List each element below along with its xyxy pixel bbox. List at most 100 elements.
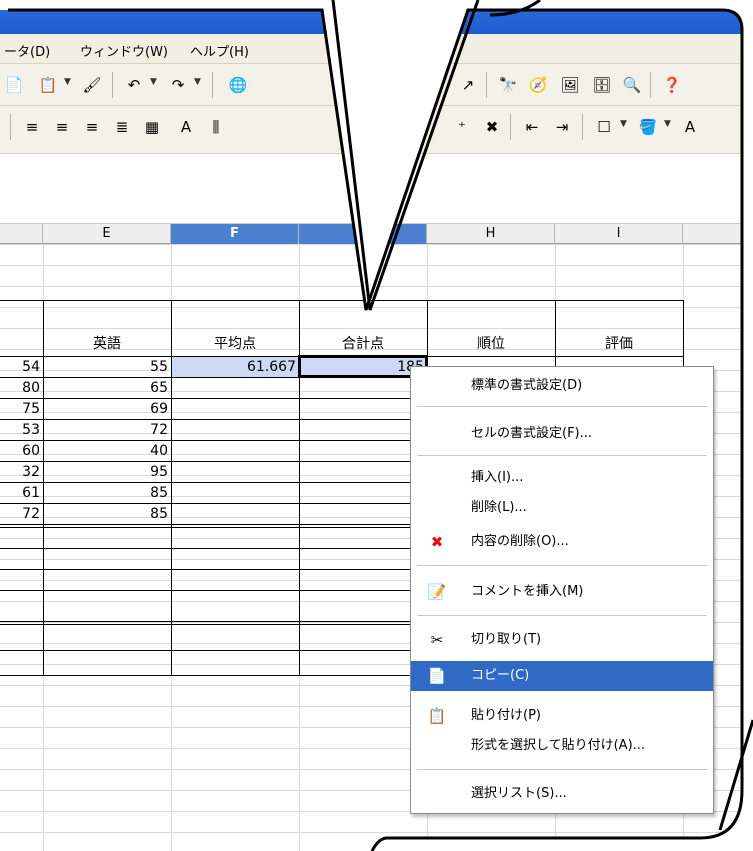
delete-x-icon: ✖ — [430, 533, 444, 551]
formatting-toolbar: ≡ ≡ ≡ ≣ ▦ A ⫼ ⁺ ✖ ⇤ ⇥ ☐ ▼ 🪣 ▼ A — [0, 106, 753, 154]
header-english: 英語 — [93, 336, 121, 352]
grid-hline — [0, 244, 753, 245]
column-header-i[interactable]: I — [555, 224, 683, 244]
increase-indent-icon[interactable]: ⇥ — [550, 115, 574, 139]
standard-toolbar: 📄 📋 ▼ 🖌 ↶ ▼ ↷ ▼ 🌐 ↗ 🔭 🧭 🖼 🗄 🔍 ❓ — [0, 64, 753, 106]
gallery-icon[interactable]: 🖼 — [558, 73, 582, 97]
format-paintbrush-icon[interactable]: 🖌 — [80, 73, 104, 97]
cell-english[interactable]: 95 — [43, 462, 171, 482]
scissors-icon: ✂ — [430, 631, 444, 649]
cell-d[interactable]: 72 — [0, 504, 43, 524]
paste-dropdown-icon[interactable]: ▼ — [64, 77, 71, 87]
background-color-icon[interactable]: 🪣 — [636, 115, 660, 139]
active-cell-cursor — [298, 355, 428, 378]
cell-d[interactable]: 32 — [0, 462, 43, 482]
cell-d[interactable]: 61 — [0, 483, 43, 503]
formula-area — [0, 154, 753, 224]
comment-icon: 📝 — [427, 583, 447, 601]
menu-item-format-cells[interactable]: セルの書式設定(F)... — [411, 419, 713, 449]
cell-english[interactable]: 65 — [43, 378, 171, 398]
align-left-icon[interactable]: ≡ — [20, 115, 44, 139]
cell-english[interactable]: 69 — [43, 399, 171, 419]
borders-dropdown-icon[interactable]: ▼ — [620, 119, 627, 129]
menu-item-insert[interactable]: 挿入(I)... — [411, 463, 713, 493]
navigator-icon[interactable]: 🧭 — [526, 73, 550, 97]
add-decimal-icon[interactable]: ⁺ — [450, 115, 474, 139]
cell-d[interactable]: 75 — [0, 399, 43, 419]
column-header-f[interactable]: F — [171, 224, 299, 244]
toolbar-separator — [582, 114, 583, 140]
grid-hline — [0, 286, 753, 287]
header-average: 平均点 — [214, 336, 256, 352]
toolbar-separator — [10, 114, 11, 140]
justify-icon[interactable]: ≣ — [110, 115, 134, 139]
menu-item-insert-comment[interactable]: 📝 コメントを挿入(M) — [411, 577, 713, 607]
cell-english[interactable]: 55 — [43, 357, 171, 377]
column-header-bar: E F H I J — [0, 224, 753, 244]
menu-item-paste-special[interactable]: 形式を選択して貼り付け(A)... — [411, 731, 713, 761]
vertical-text-icon[interactable]: ⫼ — [204, 115, 228, 139]
menu-item-selection-list[interactable]: 選択リスト(S)... — [411, 779, 713, 809]
toolbar-separator — [212, 72, 213, 98]
cell-english[interactable]: 40 — [43, 441, 171, 461]
menu-bar: ータ(D) ウィンドウ(W) ヘルプ(H) — [0, 34, 753, 64]
undo-icon[interactable]: ↶ — [122, 73, 146, 97]
undo-dropdown-icon[interactable]: ▼ — [150, 77, 157, 87]
column-header-d[interactable] — [0, 224, 43, 244]
column-header-e[interactable]: E — [43, 224, 171, 244]
cell-d[interactable]: 53 — [0, 420, 43, 440]
font-color-icon[interactable]: A — [678, 115, 702, 139]
menu-item-default-format[interactable]: 標準の書式設定(D) — [411, 371, 713, 401]
grid-hline — [0, 328, 753, 329]
cell-english[interactable]: 85 — [43, 483, 171, 503]
menu-data[interactable]: ータ(D) — [4, 41, 50, 60]
find-icon[interactable]: 🔭 — [496, 73, 520, 97]
background-color-dropdown-icon[interactable]: ▼ — [664, 119, 671, 129]
menu-item-cut[interactable]: ✂ 切り取り(T) — [411, 625, 713, 655]
column-header-h[interactable]: H — [427, 224, 555, 244]
column-header-j[interactable]: J — [683, 224, 753, 244]
remove-decimal-icon[interactable]: ✖ — [480, 115, 504, 139]
header-total: 合計点 — [342, 336, 384, 352]
hyperlink-icon[interactable]: 🌐 — [226, 73, 250, 97]
cell-average[interactable]: 61.667 — [171, 357, 299, 377]
menu-separator — [417, 406, 707, 407]
merge-cells-icon[interactable]: ▦ — [140, 115, 164, 139]
help-icon[interactable]: ❓ — [660, 73, 684, 97]
toolbar-separator — [112, 72, 113, 98]
paste-icon[interactable]: 📋 — [36, 73, 60, 97]
toolbar-separator — [510, 114, 511, 140]
cell-d[interactable]: 60 — [0, 441, 43, 461]
app-window: ータ(D) ウィンドウ(W) ヘルプ(H) 📄 📋 ▼ 🖌 ↶ ▼ ↷ ▼ 🌐 … — [0, 0, 753, 851]
align-center-icon[interactable]: ≡ — [50, 115, 74, 139]
zoom-icon[interactable]: 🔍 — [620, 73, 644, 97]
datasource-icon[interactable]: 🗄 — [590, 73, 614, 97]
redo-dropdown-icon[interactable]: ▼ — [194, 77, 201, 87]
menu-item-clear-contents[interactable]: ✖ 内容の削除(O)... — [411, 527, 713, 557]
menu-separator — [417, 615, 707, 616]
cell-english[interactable]: 85 — [43, 504, 171, 524]
cell-d[interactable]: 54 — [0, 357, 43, 377]
menu-separator — [417, 455, 707, 456]
paste-icon: 📋 — [427, 707, 447, 725]
copy-icon[interactable]: 📄 — [2, 73, 26, 97]
copy-icon: 📄 — [427, 667, 447, 685]
wrap-text-icon[interactable]: A — [174, 115, 198, 139]
borders-icon[interactable]: ☐ — [592, 115, 616, 139]
decrease-indent-icon[interactable]: ⇤ — [520, 115, 544, 139]
toolbar-separator — [486, 72, 487, 98]
align-right-icon[interactable]: ≡ — [80, 115, 104, 139]
grid-hline — [0, 265, 753, 266]
menu-help[interactable]: ヘルプ(H) — [190, 41, 249, 60]
menu-item-delete[interactable]: 削除(L)... — [411, 493, 713, 523]
menu-item-copy[interactable]: 📄 コピー(C) — [411, 661, 713, 691]
cell-d[interactable]: 80 — [0, 378, 43, 398]
chart-icon[interactable]: ↗ — [456, 73, 480, 97]
header-rank: 順位 — [477, 336, 505, 352]
redo-icon[interactable]: ↷ — [166, 73, 190, 97]
cell-english[interactable]: 72 — [43, 420, 171, 440]
column-header-g[interactable] — [299, 224, 427, 244]
menu-item-paste[interactable]: 📋 貼り付け(P) — [411, 701, 713, 731]
menu-separator — [417, 769, 707, 770]
menu-window[interactable]: ウィンドウ(W) — [80, 41, 168, 60]
